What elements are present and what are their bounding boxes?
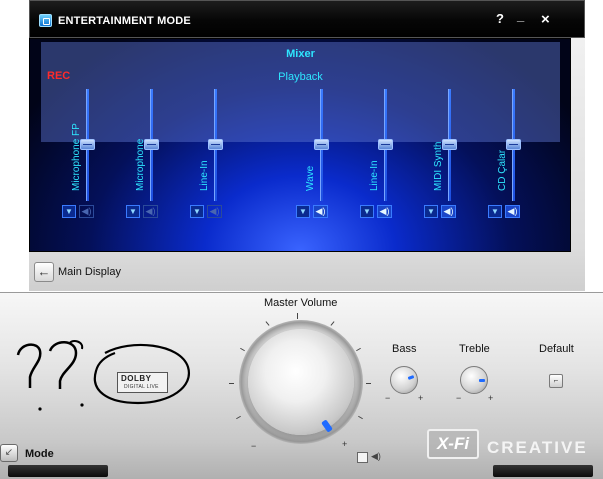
mode-button[interactable]: ↙ [0,444,18,462]
main-display-label[interactable]: Main Display [58,266,121,278]
mixer-title: Mixer [286,48,315,60]
dial-tick [229,383,234,384]
hand-drawn-annotation [16,340,191,411]
chevron-down-icon[interactable]: ▼ [62,205,76,218]
speaker-icon[interactable]: ◀) [505,205,520,218]
channel-strip: Line-In ▼ ◀) [360,89,400,221]
playback-label[interactable]: Playback [41,71,560,83]
chevron-down-icon[interactable]: ▼ [126,205,140,218]
dial-tick [236,415,241,420]
treble-label: Treble [459,343,490,355]
speaker-icon[interactable]: ◀) [441,205,456,218]
minus-sign: − [385,393,391,403]
volume-slider-thumb[interactable] [506,139,521,150]
mute-checkbox[interactable] [357,452,368,463]
chevron-down-icon[interactable]: ▼ [488,205,502,218]
volume-slider-thumb[interactable] [442,139,457,150]
channel-label: MIDI Synth [433,141,444,191]
dolby-sub-text: DIGITAL LIVE [124,384,159,390]
channel-label: Line-In [369,160,380,191]
speaker-icon[interactable]: ◀) [207,205,222,218]
back-arrow-icon[interactable]: ← [34,262,54,282]
volume-slider-thumb[interactable] [208,139,223,150]
dial-tick [356,347,361,352]
channel-strip: Microphone FP ▼ ◀) [62,89,102,221]
default-label: Default [539,343,574,355]
title-bar: ENTERTAINMENT MODE ? _ × [29,0,585,38]
xfi-logo: X-Fi [427,429,479,459]
treble-indicator [479,379,485,382]
close-button[interactable]: × [541,12,550,27]
creative-logo: CREATIVE [487,438,588,457]
dial-tick [366,383,371,384]
mode-label[interactable]: Mode [25,448,54,460]
volume-slider-thumb[interactable] [144,139,159,150]
master-volume-knob[interactable] [248,329,354,435]
dial-tick [297,313,298,319]
dial-tick [265,321,270,326]
treble-knob[interactable] [460,366,488,394]
dolby-logo: DOLBY DIGITAL LIVE [117,372,168,393]
chevron-down-icon[interactable]: ▼ [424,205,438,218]
dolby-main-text: DOLBY [121,374,152,383]
speaker-icon[interactable]: ◀) [143,205,158,218]
channel-strip: CD Çalar ▼ ◀) [488,89,528,221]
minus-sign: − [456,393,462,403]
right-foot [493,465,593,477]
dial-tick [240,347,245,352]
dial-tick [330,321,335,326]
plus-sign: + [342,439,348,449]
bass-indicator [407,375,415,380]
channel-strip: Microphone ▼ ◀) [126,89,166,221]
plus-sign: + [488,393,494,403]
master-volume-label: Master Volume [264,297,338,309]
mixer-panel: Mixer Playback REC Microphone FP ▼ ◀) Mi… [29,38,571,252]
minus-sign: − [251,441,257,451]
speaker-icon[interactable]: ◀) [79,205,94,218]
default-button[interactable]: ⌐ [549,374,563,388]
bass-knob[interactable] [390,366,418,394]
channel-label: Microphone FP [71,123,82,191]
channel-label: CD Çalar [497,149,508,191]
rec-label[interactable]: REC [47,70,70,82]
speaker-icon: ◀) [371,451,381,461]
channel-label: Wave [305,165,316,191]
volume-slider-thumb[interactable] [314,139,329,150]
dial-tick [358,415,363,420]
speaker-icon[interactable]: ◀) [313,205,328,218]
help-button[interactable]: ? [496,12,504,26]
plus-sign: + [418,393,424,403]
volume-slider-thumb[interactable] [80,139,95,150]
bass-label: Bass [392,343,417,355]
chevron-down-icon[interactable]: ▼ [296,205,310,218]
window-title: ENTERTAINMENT MODE [58,15,191,27]
channel-strip: MIDI Synth ▼ ◀) [424,89,464,221]
entertainment-window: ENTERTAINMENT MODE ? _ × Mixer Playback … [29,0,585,291]
speaker-icon[interactable]: ◀) [377,205,392,218]
channel-label: Line-In [199,160,210,191]
minimize-button[interactable]: _ [517,9,524,23]
channel-strip: Wave ▼ ◀) [296,89,336,221]
left-foot [8,465,108,477]
channel-label: Microphone [135,138,146,191]
volume-slider-thumb[interactable] [378,139,393,150]
app-icon [39,14,52,27]
console-panel: Master Volume − + Bass − + Treble − + De… [0,292,603,479]
chevron-down-icon[interactable]: ▼ [190,205,204,218]
chevron-down-icon[interactable]: ▼ [360,205,374,218]
channel-strip: Line-In ▼ ◀) [190,89,230,221]
